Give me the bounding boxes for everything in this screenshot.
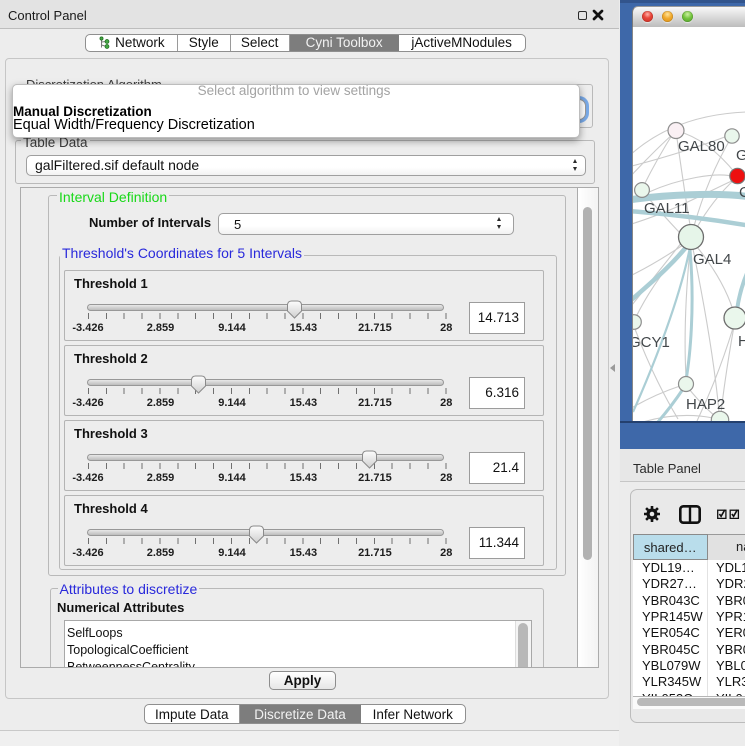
svg-text:H: H — [738, 333, 745, 350]
svg-text:GAL4: GAL4 — [693, 251, 731, 268]
svg-text:GCY1: GCY1 — [633, 334, 670, 351]
svg-text:GAL11: GAL11 — [644, 200, 690, 217]
svg-text:GA: GA — [736, 147, 745, 164]
svg-text:C: C — [739, 184, 745, 201]
svg-text:GAL80: GAL80 — [678, 138, 725, 155]
svg-text:HAP2: HAP2 — [686, 396, 725, 413]
